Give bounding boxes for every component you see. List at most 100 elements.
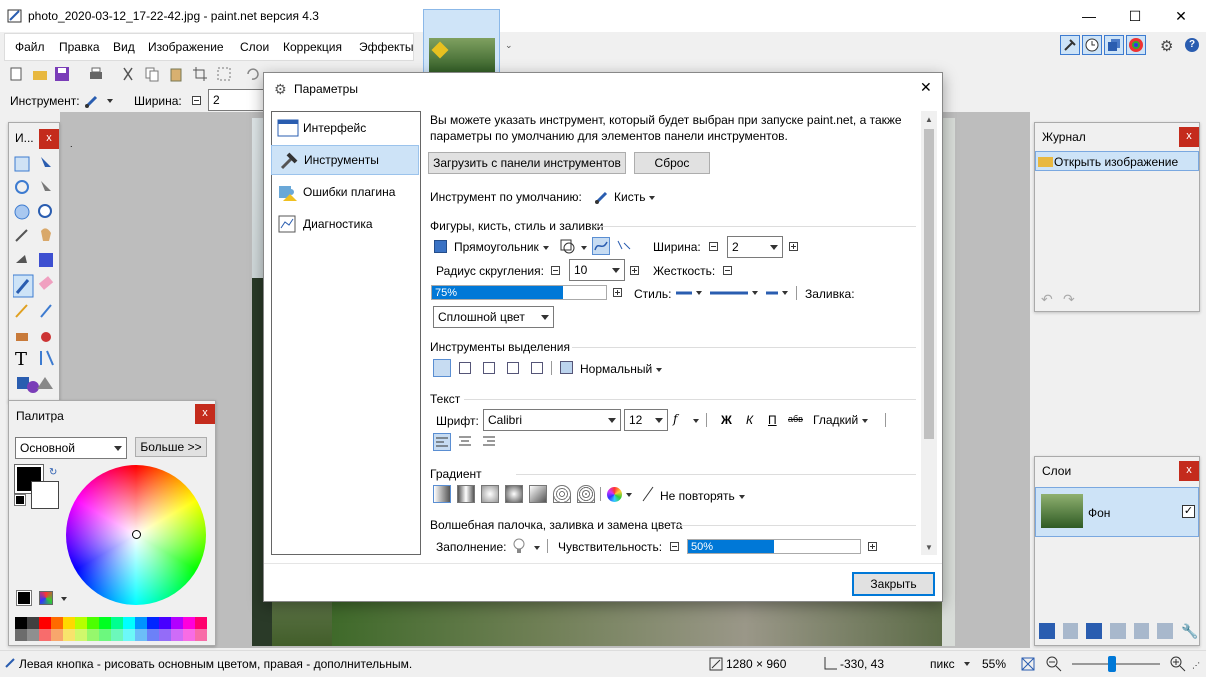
gradient-repeat-select[interactable]: Не повторять <box>660 489 745 503</box>
shape-select[interactable]: Прямоугольник <box>454 240 549 254</box>
palette-swatch[interactable] <box>147 617 159 629</box>
palette-menu-icon[interactable] <box>39 591 53 605</box>
strikethrough-button[interactable]: абв <box>788 414 803 424</box>
palette-swatch[interactable] <box>111 629 123 641</box>
palette-swatch[interactable] <box>39 629 51 641</box>
shape-draw-mode-dropdown-icon[interactable] <box>581 246 587 250</box>
font-family-dropdown-icon[interactable] <box>693 419 699 423</box>
gradient-conical-icon[interactable] <box>529 485 547 503</box>
layer-item[interactable]: Фон ✓ <box>1035 487 1199 537</box>
bold-button[interactable]: Ж <box>721 413 732 427</box>
tools-toggle-icon[interactable] <box>1060 35 1080 55</box>
palette-swatch[interactable] <box>51 629 63 641</box>
palette-swatch[interactable] <box>195 617 207 629</box>
flood-mode-bulb-icon[interactable] <box>512 537 526 555</box>
selection-intersect-icon[interactable] <box>507 362 519 374</box>
crop-icon[interactable] <box>192 66 208 82</box>
palette-swatch[interactable] <box>111 617 123 629</box>
gradient-diamond-icon[interactable] <box>481 485 499 503</box>
palette-swatch[interactable] <box>159 629 171 641</box>
tool-dropdown-icon[interactable] <box>107 99 113 103</box>
delete-layer-icon[interactable] <box>1062 623 1079 639</box>
menu-image[interactable]: Изображение <box>148 40 224 54</box>
selection-mode-select[interactable]: Нормальный <box>580 362 663 376</box>
font-select[interactable]: Calibri <box>483 409 621 431</box>
layer-properties-icon[interactable]: 🔧 <box>1181 623 1198 639</box>
image-tab[interactable] <box>423 9 500 74</box>
help-icon[interactable]: ? <box>1185 38 1199 52</box>
palette-swatch[interactable] <box>39 617 51 629</box>
line-style-selectors[interactable] <box>674 287 794 299</box>
zoom-in-icon[interactable] <box>1170 656 1186 672</box>
default-tool-select[interactable]: Кисть <box>614 190 656 204</box>
tolerance-decrease-button[interactable] <box>670 542 679 551</box>
print-icon[interactable] <box>88 66 104 82</box>
palette-swatch[interactable] <box>123 617 135 629</box>
font-size-select[interactable]: 12 <box>624 409 668 431</box>
palette-swatch[interactable] <box>99 629 111 641</box>
gradient-linear-toggle[interactable] <box>433 485 451 503</box>
tolerance-slider[interactable]: 50% <box>687 539 861 554</box>
hardness-decrease-button[interactable] <box>723 266 732 275</box>
minimize-button[interactable]: — <box>1066 0 1112 32</box>
menu-layers[interactable]: Слои <box>240 40 269 54</box>
gradient-radial-icon[interactable] <box>505 485 523 503</box>
palette-swatch[interactable] <box>147 629 159 641</box>
swap-colors-icon[interactable]: ↻ <box>49 467 57 478</box>
palette-swatch[interactable] <box>171 617 183 629</box>
shape-width-increase-button[interactable] <box>789 242 798 251</box>
history-item[interactable]: Открыть изображение <box>1035 151 1199 171</box>
menu-edit[interactable]: Правка <box>59 40 100 54</box>
maximize-button[interactable]: ☐ <box>1112 0 1158 32</box>
nav-plugin-errors[interactable]: Ошибки плагина <box>271 177 419 207</box>
palette-swatch[interactable] <box>123 629 135 641</box>
antialias-off-toggle[interactable] <box>616 237 634 255</box>
flood-mode-dropdown-icon[interactable] <box>534 546 540 550</box>
selection-exclude-icon[interactable] <box>483 362 495 374</box>
palette-swatch[interactable] <box>75 629 87 641</box>
palette-swatch[interactable] <box>183 629 195 641</box>
secondary-color-swatch[interactable] <box>31 481 59 509</box>
move-layer-down-icon[interactable] <box>1157 623 1174 639</box>
zoom-slider-thumb[interactable] <box>1108 656 1116 672</box>
selection-replace-toggle[interactable] <box>433 359 451 377</box>
undo-icon[interactable] <box>244 66 260 82</box>
palette-swatch[interactable] <box>63 617 75 629</box>
align-right-toggle[interactable] <box>481 433 499 451</box>
palette-swatch[interactable] <box>15 617 27 629</box>
palette-mode-select[interactable]: Основной <box>15 437 127 459</box>
move-layer-up-icon[interactable] <box>1133 623 1150 639</box>
underline-button[interactable]: П <box>768 413 777 427</box>
palette-swatch[interactable] <box>99 617 111 629</box>
load-from-toolbar-button[interactable]: Загрузить с панели инструментов <box>428 152 626 174</box>
history-close-button[interactable]: x <box>1179 127 1199 147</box>
palette-swatch[interactable] <box>135 617 147 629</box>
palette-swatch[interactable] <box>195 629 207 641</box>
new-image-icon[interactable] <box>8 66 24 82</box>
palette-close-button[interactable]: x <box>195 404 215 424</box>
tab-chevron-icon[interactable]: ⌄ <box>505 40 513 51</box>
shape-width-combo[interactable]: 2 <box>727 236 783 258</box>
merge-layer-icon[interactable] <box>1110 623 1126 639</box>
align-left-toggle[interactable] <box>433 433 451 451</box>
palette-swatch[interactable] <box>75 617 87 629</box>
nav-diagnostics[interactable]: Диагностика <box>271 209 419 239</box>
radius-decrease-button[interactable] <box>551 266 560 275</box>
history-undo-icon[interactable]: ↶ <box>1041 291 1053 308</box>
palette-swatch[interactable] <box>87 629 99 641</box>
hardness-slider[interactable]: 75% <box>431 285 607 300</box>
close-window-button[interactable]: ✕ <box>1158 0 1204 32</box>
copy-icon[interactable] <box>144 66 160 82</box>
antialias-on-toggle[interactable] <box>592 237 610 255</box>
cut-icon[interactable] <box>120 66 136 82</box>
deselect-icon[interactable] <box>216 66 232 82</box>
fill-mode-select[interactable]: Сплошной цвет <box>433 306 554 328</box>
palette-menu-dropdown-icon[interactable] <box>61 597 67 601</box>
status-zoom[interactable]: 55% <box>982 657 1006 671</box>
brush-icon[interactable] <box>84 93 100 109</box>
tolerance-increase-button[interactable] <box>868 542 877 551</box>
radius-combo[interactable]: 10 <box>569 259 625 281</box>
palette-more-button[interactable]: Больше >> <box>135 437 207 457</box>
palette-swatch[interactable] <box>15 629 27 641</box>
settings-gear-icon[interactable]: ⚙ <box>1160 37 1173 55</box>
